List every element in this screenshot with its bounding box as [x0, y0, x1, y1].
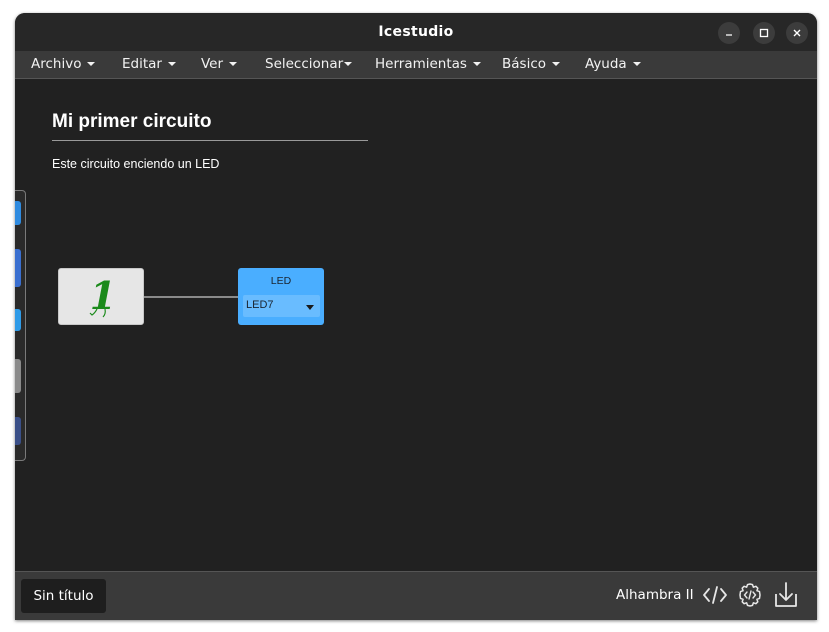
app-window: Icestudio Archivo Editar Ver Seleccionar: [15, 13, 817, 620]
menu-archivo[interactable]: Archivo: [31, 56, 96, 72]
led-pin-value: LED7: [246, 299, 274, 311]
toolbar-item[interactable]: [15, 417, 21, 445]
led-block-label: LED: [270, 275, 292, 287]
maximize-icon: [759, 28, 769, 38]
caret-down-icon: [552, 62, 561, 66]
circuit-description: Este circuito enciendo un LED: [52, 157, 220, 171]
toolbar-item[interactable]: [15, 309, 21, 331]
menu-editar[interactable]: Editar: [122, 56, 176, 72]
toolbar-item[interactable]: [15, 201, 21, 225]
caret-down-icon: [167, 62, 176, 66]
menu-ver-label: Ver: [201, 56, 224, 72]
menu-ayuda[interactable]: Ayuda: [585, 56, 641, 72]
window-title: Icestudio: [378, 24, 454, 40]
menu-basico[interactable]: Básico: [502, 56, 561, 72]
title-bar: Icestudio: [15, 13, 817, 51]
caret-down-icon: [344, 62, 353, 66]
wire[interactable]: [144, 296, 238, 298]
toolbar-item[interactable]: [15, 249, 21, 287]
menu-seleccionar[interactable]: Seleccionar: [265, 56, 353, 72]
constant-block[interactable]: 1: [58, 268, 144, 325]
collection-toolbar: [15, 190, 26, 461]
status-bar: Sin título Alhambra II: [15, 571, 817, 620]
build-button[interactable]: [736, 580, 764, 610]
file-name-tab[interactable]: Sin título: [21, 579, 106, 613]
gear-code-icon: [739, 583, 761, 607]
menu-ayuda-label: Ayuda: [585, 56, 627, 72]
caret-down-icon: [229, 62, 238, 66]
menu-herramientas-label: Herramientas: [375, 56, 467, 72]
code-icon: [703, 586, 727, 604]
minimize-button[interactable]: [718, 22, 740, 44]
download-icon: [775, 582, 797, 607]
maximize-button[interactable]: [753, 22, 775, 44]
upload-button[interactable]: [772, 580, 800, 610]
title-underline: [52, 140, 368, 141]
led-pin-select[interactable]: LED7: [243, 295, 320, 317]
verify-code-button[interactable]: [701, 580, 729, 610]
led-block[interactable]: LED LED7: [238, 268, 324, 325]
menu-ver[interactable]: Ver: [201, 56, 238, 72]
caret-down-icon: [472, 62, 481, 66]
toolbar-item[interactable]: [15, 359, 21, 393]
menu-archivo-label: Archivo: [31, 56, 82, 72]
menu-herramientas[interactable]: Herramientas: [375, 56, 481, 72]
caret-down-icon: [87, 62, 96, 66]
constant-value: 1: [90, 273, 116, 318]
menu-bar: Archivo Editar Ver Seleccionar Herramien…: [15, 51, 817, 79]
menu-seleccionar-label: Seleccionar: [265, 56, 344, 72]
minimize-icon: [726, 34, 732, 36]
constant-one-icon: 1: [89, 273, 116, 318]
menu-editar-label: Editar: [122, 56, 162, 72]
caret-down-icon: [632, 62, 641, 66]
menu-basico-label: Básico: [502, 56, 547, 72]
close-icon: [793, 29, 801, 37]
close-button[interactable]: [786, 22, 808, 44]
board-selector[interactable]: Alhambra II: [616, 587, 694, 603]
circuit-title: Mi primer circuito: [52, 111, 212, 132]
dropdown-arrow-icon: [306, 305, 314, 310]
